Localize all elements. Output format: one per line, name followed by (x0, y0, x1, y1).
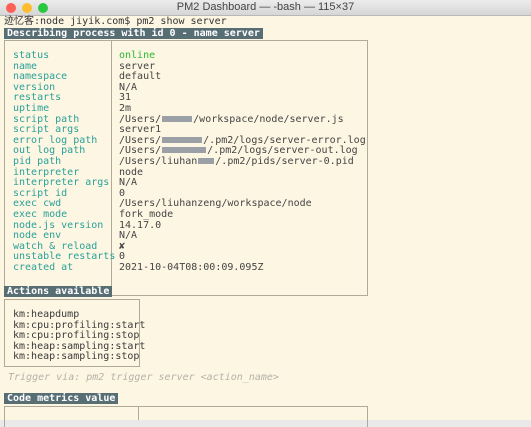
actions-list: km:heapdump km:cpu:profiling:start km:cpu:… (13, 309, 145, 363)
info-row: version N/A (13, 81, 366, 94)
path-prefix: /Users/ (119, 145, 162, 157)
window-title: PM2 Dashboard — -bash — 115×37 (176, 1, 355, 14)
info-value: ✘ (119, 240, 126, 252)
info-value: /Users/ /.pm2/logs/server-error.log (119, 135, 366, 146)
info-value: 0 (119, 251, 126, 263)
path-prefix: /Users/liuhan (119, 155, 198, 167)
info-value: 0 (119, 187, 126, 199)
info-row: exec mode fork_mode (13, 208, 366, 221)
info-row: created at 2021-10-04T08:00:09.095Z (13, 261, 366, 274)
metrics-divider (138, 406, 139, 420)
path-prefix: /Users/ (119, 134, 162, 146)
path-suffix: /.pm2/pids/server-0.pid (215, 155, 354, 167)
metrics-header: Code metrics value (4, 393, 119, 404)
info-value: /Users/ /workspace/node/server.js (119, 114, 344, 125)
process-info-rows: status online name server namespace default ve… (13, 50, 366, 274)
info-value: /Users/ /.pm2/logs/server-out.log (119, 145, 358, 157)
window-titlebar: PM2 Dashboard — -bash — 115×37 (0, 0, 531, 16)
info-value: online (119, 50, 156, 61)
info-value: N/A (119, 81, 138, 93)
info-row: status online (13, 50, 366, 62)
info-value: N/A (119, 177, 138, 189)
info-value: default (119, 71, 162, 83)
info-value: /Users/liuhan /.pm2/pids/server-0.pid (119, 156, 354, 167)
path-prefix: /Users/ (119, 113, 162, 125)
info-key: pid path (13, 155, 62, 167)
info-row: restarts 31 (13, 93, 366, 104)
info-value: fork_mode (119, 208, 174, 220)
info-value: server1 (119, 124, 162, 136)
info-row: pid path/Users/liuhan /.pm2/pids/server-0… (13, 155, 366, 168)
info-row: namespace default (13, 71, 366, 83)
info-key: exec mode (13, 208, 68, 220)
redacted-block (162, 115, 193, 122)
info-value: node (119, 166, 144, 178)
metrics-table (4, 406, 368, 427)
info-value: 31 (119, 92, 132, 104)
info-key: status (13, 50, 50, 61)
command-prompt: 迹忆客:node jiyik.com$ pm2 show server (4, 16, 227, 27)
info-row: node.js version 14.17.0 (13, 219, 366, 232)
redacted-block (198, 157, 215, 164)
path-suffix: /.pm2/logs/server-error.log (203, 134, 366, 146)
terminal-view[interactable]: 迹忆客:node jiyik.com$ pm2 show server Desc… (0, 16, 531, 427)
path-suffix: /.pm2/logs/server-out.log (207, 145, 358, 157)
trigger-hint: Trigger via: pm2 trigger server <action_… (8, 372, 279, 383)
path-suffix: /workspace/node/server.js (193, 113, 344, 125)
info-value: 2021-10-04T08:00:09.095Z (119, 261, 264, 273)
info-value: N/A (119, 230, 138, 242)
action-item: km:heapdump (13, 309, 80, 320)
action-item: km:heap:sampling:stop (13, 351, 140, 363)
redacted-block (162, 136, 203, 143)
info-key: uptime (13, 102, 50, 114)
info-value: server (119, 60, 156, 72)
info-value: 2m (119, 102, 132, 114)
redacted-block (162, 147, 207, 154)
describe-header: Describing process with id 0 - name serv… (4, 28, 263, 39)
info-value: /Users/liuhanzeng/workspace/node (119, 198, 312, 210)
info-key: created at (13, 261, 74, 273)
info-value: 14.17.0 (119, 219, 162, 231)
actions-header: Actions available (4, 286, 113, 297)
